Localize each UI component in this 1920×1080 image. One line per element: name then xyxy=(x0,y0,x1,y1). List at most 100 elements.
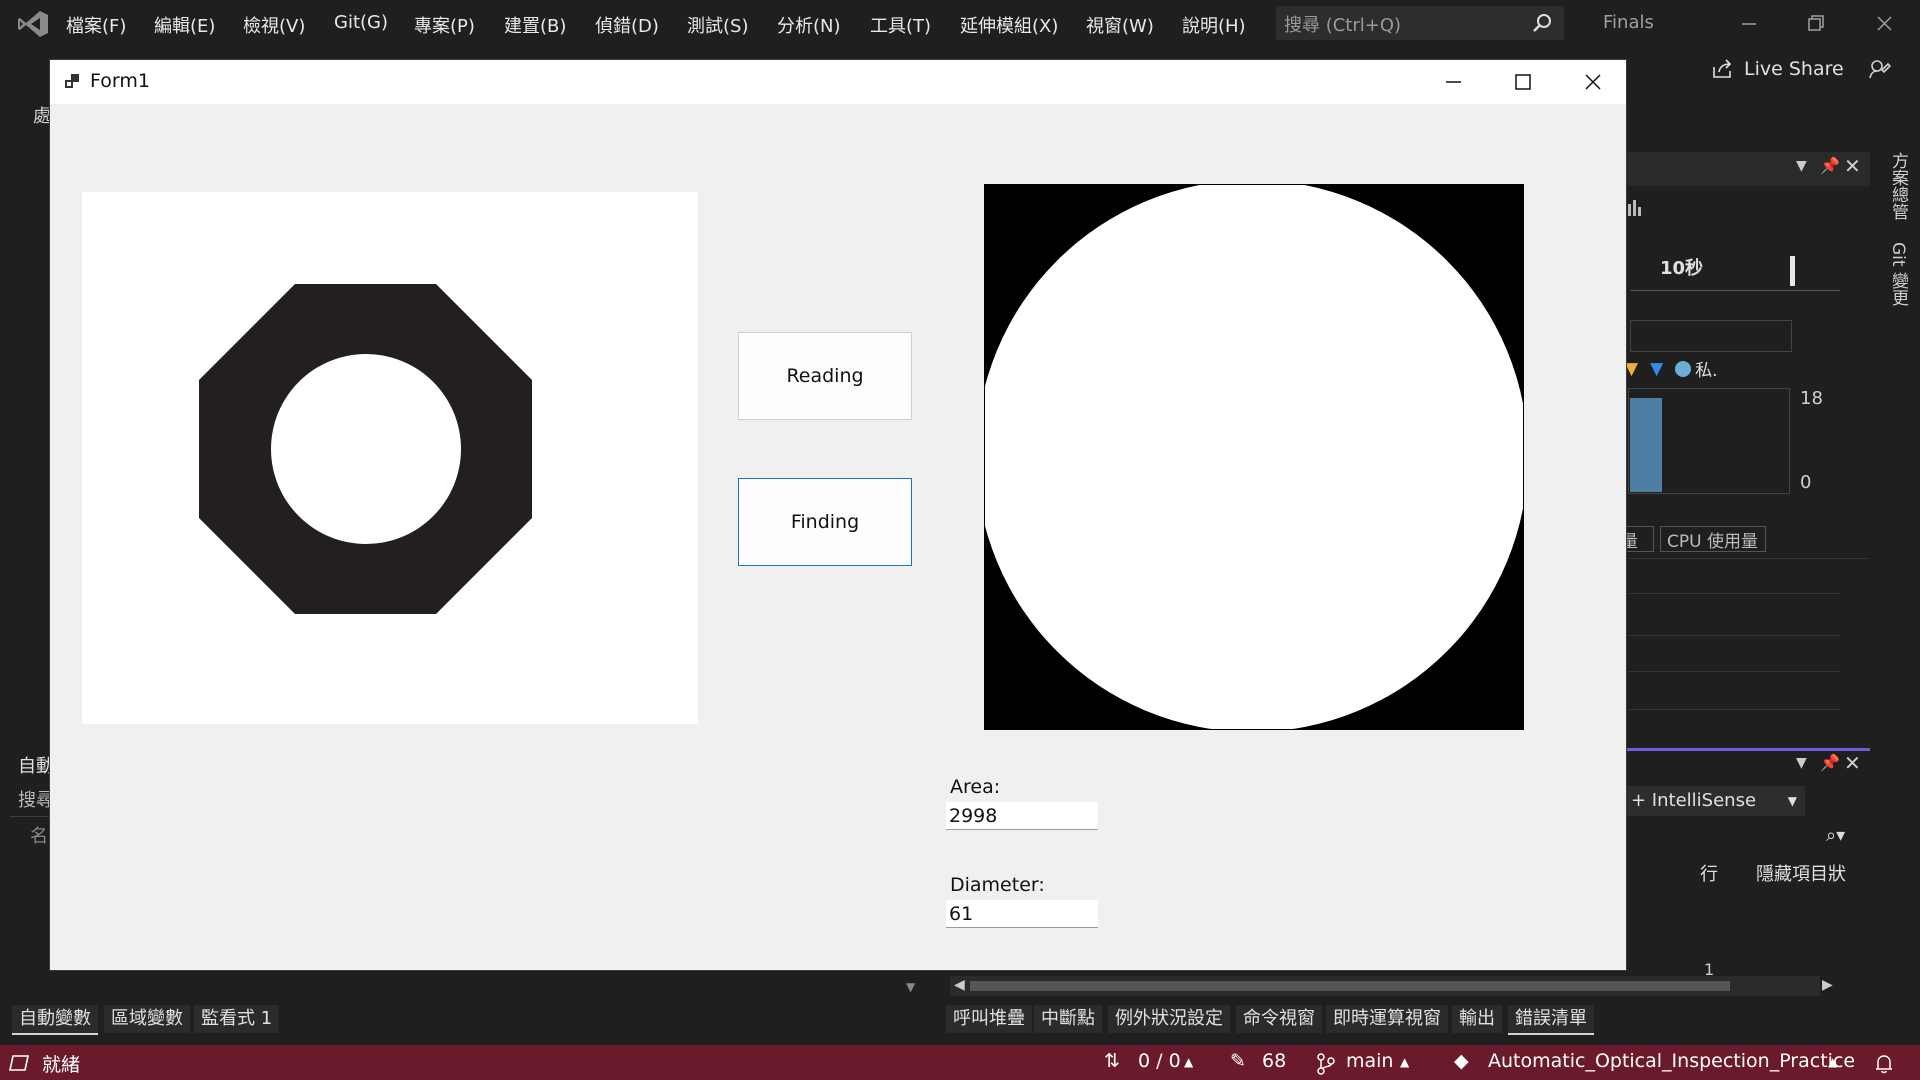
share-icon xyxy=(1713,59,1732,78)
form-title-bar[interactable]: Form1 xyxy=(50,60,1626,104)
tab-breakpoints[interactable]: 中斷點 xyxy=(1034,1005,1102,1033)
tab-call-stack[interactable]: 呼叫堆疊 xyxy=(946,1005,1032,1033)
solution-name: Finals xyxy=(1603,12,1654,33)
status-branch[interactable]: main xyxy=(1346,1050,1393,1072)
report-icon[interactable] xyxy=(1626,196,1644,220)
legend-private: 私. xyxy=(1675,356,1718,381)
area-textbox[interactable]: 2998 xyxy=(946,802,1098,830)
search-placeholder: 搜尋 (Ctrl+Q) xyxy=(1284,15,1402,36)
finding-button-label: Finding xyxy=(790,511,860,533)
side-tab-strip: 方案總管 Git 變更 xyxy=(1874,140,1920,500)
private-bytes-dot-icon xyxy=(1675,360,1692,377)
intellisense-filter-label: + IntelliSense xyxy=(1631,790,1757,811)
timeline-cursor[interactable] xyxy=(1790,256,1795,286)
chevron-up-icon[interactable]: ▲ xyxy=(1184,1055,1193,1069)
form-maximize-icon[interactable] xyxy=(1498,66,1548,98)
menu-test[interactable]: 測試(S) xyxy=(687,12,748,38)
tab-immediate-window[interactable]: 即時運算視窗 xyxy=(1326,1005,1448,1033)
scroll-left-icon[interactable]: ◀ xyxy=(954,977,965,993)
branch-icon xyxy=(1317,1053,1335,1075)
tab-output[interactable]: 輸出 xyxy=(1452,1005,1502,1033)
column-header-suppression[interactable]: 隱藏項目狀 xyxy=(1756,860,1846,886)
tab-locals[interactable]: 區域變數 xyxy=(104,1005,190,1033)
column-header-line[interactable]: 行 xyxy=(1700,860,1718,886)
detected-circle-image xyxy=(984,184,1524,730)
chevron-down-icon: ▼ xyxy=(1787,794,1797,808)
pin-icon[interactable]: 📌 xyxy=(1820,156,1840,175)
form-app-icon xyxy=(65,74,79,88)
menu-git[interactable]: Git(G) xyxy=(334,12,388,33)
horizontal-scrollbar[interactable]: ◀ ▶ xyxy=(950,976,1833,996)
scroll-down-icon[interactable]: ▼ xyxy=(906,980,915,994)
scrollbar-thumb[interactable] xyxy=(970,981,1730,991)
column-header-name[interactable]: 名 xyxy=(30,822,48,848)
menu-bar: 檔案(F) 編輯(E) 檢視(V) Git(G) 專案(P) 建置(B) 偵錯(… xyxy=(0,0,1920,48)
scroll-right-icon[interactable]: ▶ xyxy=(1822,977,1833,993)
menu-window[interactable]: 視窗(W) xyxy=(1086,12,1154,38)
dropdown-icon[interactable]: ▼ xyxy=(1796,755,1807,771)
tab-exception-settings[interactable]: 例外狀況設定 xyxy=(1108,1005,1230,1033)
updown-arrows-icon: ⇅ xyxy=(1104,1050,1120,1072)
menu-analyze[interactable]: 分析(N) xyxy=(777,12,841,38)
live-share-button[interactable]: Live Share xyxy=(1712,58,1844,80)
chevron-up-icon[interactable]: ▲ xyxy=(1828,1055,1837,1069)
legend-private-label: 私. xyxy=(1695,361,1718,381)
tab-cpu-usage[interactable]: CPU 使用量 xyxy=(1660,526,1766,552)
status-pending-edits[interactable]: 68 xyxy=(1262,1050,1286,1072)
form-minimize-icon[interactable] xyxy=(1428,66,1478,98)
menu-edit[interactable]: 編輯(E) xyxy=(154,12,215,38)
tab-watch-1[interactable]: 監看式 1 xyxy=(194,1005,280,1033)
minimize-icon[interactable] xyxy=(1726,8,1770,40)
diagnostic-detail-panel xyxy=(1620,558,1870,737)
status-repository[interactable]: Automatic_Optical_Inspection_Practice xyxy=(1488,1050,1855,1072)
timeline-label: 10秒 xyxy=(1660,258,1704,279)
restore-icon[interactable] xyxy=(1794,8,1838,40)
live-share-label: Live Share xyxy=(1744,58,1844,80)
tab-git-changes[interactable]: Git 變更 xyxy=(1886,242,1911,306)
feedback-icon[interactable] xyxy=(1868,58,1892,80)
finding-button[interactable]: Finding xyxy=(738,478,912,566)
visual-studio-logo-icon[interactable] xyxy=(16,9,50,39)
diameter-textbox[interactable]: 61 xyxy=(946,900,1098,928)
form-title: Form1 xyxy=(90,70,150,92)
memory-chart-area xyxy=(1630,398,1662,492)
autos-search-input[interactable]: 搜尋 xyxy=(18,786,54,812)
menu-extensions[interactable]: 延伸模組(X) xyxy=(960,12,1058,38)
tab-command-window[interactable]: 命令視窗 xyxy=(1236,1005,1322,1033)
form-close-icon[interactable] xyxy=(1568,66,1618,98)
diameter-label: Diameter: xyxy=(950,874,1045,896)
tab-error-list[interactable]: 錯誤清單 xyxy=(1508,1005,1594,1035)
git-repo-icon: ◆ xyxy=(1454,1050,1469,1072)
panel-close-icon[interactable]: ✕ xyxy=(1844,751,1861,775)
menu-help[interactable]: 說明(H) xyxy=(1182,12,1246,38)
reading-button[interactable]: Reading xyxy=(738,332,912,420)
chart-legend: ▼ ▼ 私. xyxy=(1625,356,1718,382)
menu-debug[interactable]: 偵錯(D) xyxy=(595,12,659,38)
error-search-icon[interactable]: ⌕▾ xyxy=(1826,825,1845,846)
menu-project[interactable]: 專案(P) xyxy=(414,12,475,38)
menu-build[interactable]: 建置(B) xyxy=(504,12,566,38)
menu-tools[interactable]: 工具(T) xyxy=(870,12,931,38)
reading-button-label: Reading xyxy=(786,365,864,387)
tab-autos[interactable]: 自動變數 xyxy=(12,1005,98,1035)
area-label: Area: xyxy=(950,776,1001,798)
intellisense-filter-select[interactable]: + IntelliSense ▼ xyxy=(1625,786,1805,816)
autos-panel-title: 自動 xyxy=(18,756,54,777)
legend-snapshot-icon: ▼ xyxy=(1650,358,1664,379)
dropdown-icon[interactable]: ▼ xyxy=(1796,158,1807,174)
panel-close-icon[interactable]: ✕ xyxy=(1844,154,1861,178)
status-push-pull[interactable]: 0 / 0 xyxy=(1138,1050,1181,1072)
chevron-up-icon[interactable]: ▲ xyxy=(1400,1055,1409,1069)
pencil-icon: ✎ xyxy=(1230,1050,1246,1072)
close-icon[interactable] xyxy=(1862,8,1906,40)
left-partial-label: 處 xyxy=(33,106,51,127)
menu-file[interactable]: 檔案(F) xyxy=(66,12,126,38)
search-input[interactable]: 搜尋 (Ctrl+Q) xyxy=(1276,6,1564,40)
chart-axis-min: 0 xyxy=(1800,472,1812,493)
status-bar: 就緒 ⇅ 0 / 0 ▲ ✎ 68 main ▲ ◆ Automatic_Opt… xyxy=(0,1045,1920,1080)
pin-icon[interactable]: 📌 xyxy=(1820,753,1840,772)
timeline-track xyxy=(1630,320,1792,352)
notifications-bell-icon[interactable] xyxy=(1874,1053,1894,1075)
menu-view[interactable]: 檢視(V) xyxy=(243,12,305,38)
tab-solution-explorer[interactable]: 方案總管 xyxy=(1886,152,1911,220)
